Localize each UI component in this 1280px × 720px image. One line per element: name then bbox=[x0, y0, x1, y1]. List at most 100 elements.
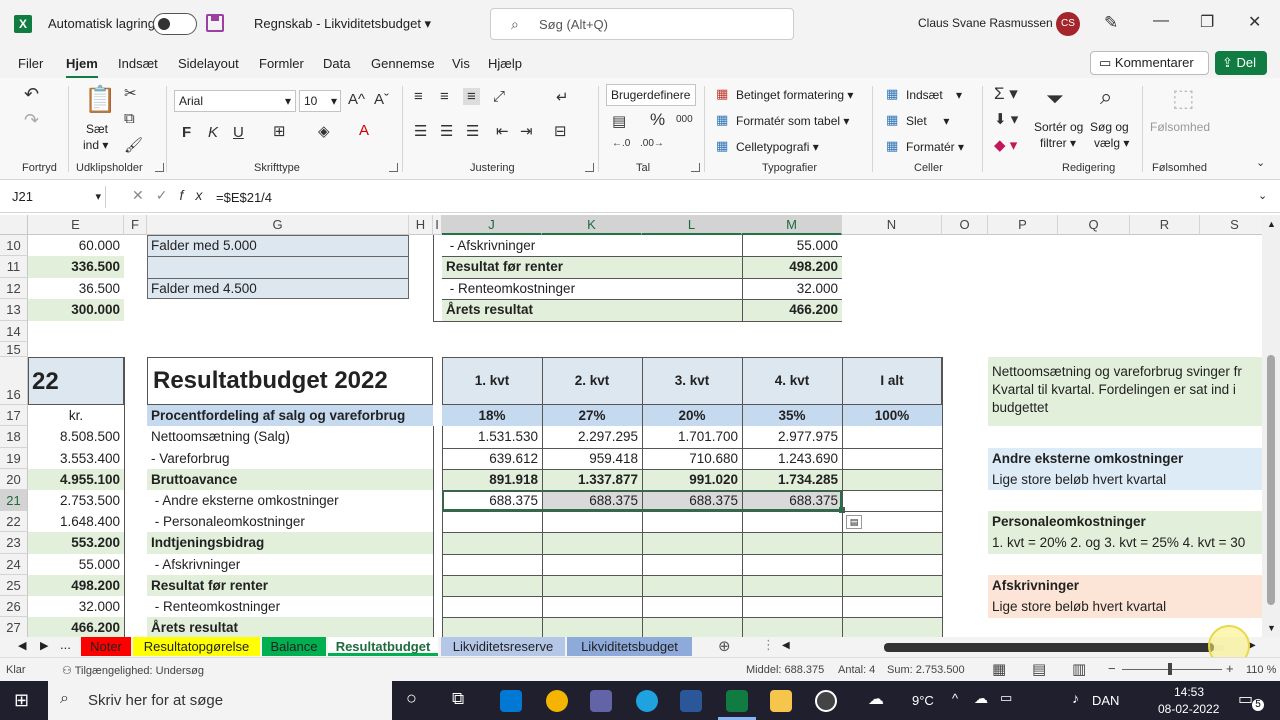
cell-e24[interactable]: 55.000 bbox=[28, 554, 124, 575]
fx-icon[interactable]: fx bbox=[179, 187, 214, 203]
column-header-f[interactable]: F bbox=[124, 215, 147, 235]
menu-data[interactable]: Data bbox=[323, 56, 350, 71]
word-icon[interactable] bbox=[680, 690, 702, 712]
page-break-icon[interactable]: ▥ bbox=[1072, 660, 1086, 678]
cell-m13[interactable]: 466.200 bbox=[742, 299, 842, 320]
fill-icon[interactable]: ⬇ ▾ bbox=[994, 110, 1018, 128]
avatar[interactable]: CS bbox=[1056, 12, 1080, 36]
clock-date[interactable]: 08-02-2022 bbox=[1158, 702, 1219, 716]
note-4-text[interactable]: Lige store beløb hvert kvartal bbox=[988, 596, 1262, 617]
cell-e13[interactable]: 300.000 bbox=[28, 299, 124, 320]
page-layout-icon[interactable]: ▤ bbox=[1032, 660, 1046, 678]
task-view-icon[interactable]: ⧉ bbox=[452, 689, 464, 709]
cell-k19[interactable]: 959.418 bbox=[542, 448, 642, 469]
note-2-text[interactable]: Lige store beløb hvert kvartal bbox=[988, 469, 1262, 490]
align-bottom-icon[interactable]: ≡ bbox=[463, 88, 480, 105]
row-header-11[interactable]: 11 bbox=[0, 256, 28, 278]
tab-noter[interactable]: Noter bbox=[81, 637, 131, 656]
cell-g16[interactable]: Resultatbudget 2022 bbox=[149, 364, 433, 398]
row-header-14[interactable]: 14 bbox=[0, 321, 28, 342]
menu-hjaelp[interactable]: Hjælp bbox=[488, 56, 522, 71]
cell-j20[interactable]: 891.918 bbox=[442, 469, 542, 490]
font-name-box[interactable]: Arial ▾ bbox=[174, 90, 296, 112]
column-header-p[interactable]: P bbox=[988, 215, 1058, 235]
zoom-slider[interactable] bbox=[1122, 669, 1222, 670]
redo-icon[interactable]: ↷ bbox=[24, 110, 39, 131]
column-header-j[interactable]: J bbox=[442, 215, 542, 235]
fill-color-icon[interactable]: ◈ bbox=[318, 122, 330, 140]
onedrive-icon[interactable]: ☁ bbox=[974, 690, 988, 707]
cell-g22[interactable]: - Personaleomkostninger bbox=[147, 511, 433, 532]
teams-icon[interactable] bbox=[590, 690, 612, 712]
cell-j10[interactable]: - Afskrivninger bbox=[442, 235, 742, 256]
dialog-launcher-icon[interactable] bbox=[389, 163, 398, 172]
cell-e18[interactable]: 8.508.500 bbox=[28, 426, 124, 447]
row-header-17[interactable]: 17 bbox=[0, 405, 28, 426]
bold-icon[interactable]: F bbox=[182, 124, 191, 141]
wrap-text-icon[interactable]: ↵ bbox=[556, 88, 569, 106]
horizontal-scroll-thumb[interactable] bbox=[884, 643, 1214, 652]
cell-g10[interactable]: Falder med 5.000 bbox=[147, 235, 409, 256]
column-header-i[interactable]: I bbox=[433, 215, 442, 235]
tab-balance[interactable]: Balance bbox=[262, 637, 326, 656]
document-title[interactable]: Regnskab - Likviditetsbudget ▾ bbox=[254, 16, 431, 32]
zoom-in-icon[interactable]: + bbox=[1226, 661, 1234, 676]
cell-k18[interactable]: 2.297.295 bbox=[542, 426, 642, 447]
expand-formula-icon[interactable]: ⌄ bbox=[1258, 189, 1267, 202]
cell-g20[interactable]: Bruttoavance bbox=[147, 469, 433, 490]
column-header-s[interactable]: S bbox=[1200, 215, 1262, 235]
format-cells-icon[interactable]: ▦ bbox=[886, 138, 898, 154]
column-header-h[interactable]: H bbox=[409, 215, 433, 235]
find-select-icon[interactable]: ⌕ bbox=[1100, 84, 1112, 110]
cell-styles-button[interactable]: Celletypografi ▾ bbox=[736, 140, 819, 154]
cell-l16[interactable]: 3. kvt bbox=[642, 370, 742, 391]
zoom-out-icon[interactable]: − bbox=[1108, 661, 1116, 676]
menu-formler[interactable]: Formler bbox=[259, 56, 304, 71]
cell-g24[interactable]: - Afskrivninger bbox=[147, 554, 433, 575]
cell-m12[interactable]: 32.000 bbox=[742, 278, 842, 299]
cell-e27[interactable]: 466.200 bbox=[28, 617, 124, 637]
cell-m18[interactable]: 2.977.975 bbox=[742, 426, 842, 447]
volume-icon[interactable]: ♪ bbox=[1072, 690, 1079, 706]
cell-l20[interactable]: 991.020 bbox=[642, 469, 742, 490]
dialog-launcher-icon[interactable] bbox=[585, 163, 594, 172]
border-icon[interactable]: ⊞ bbox=[273, 122, 286, 140]
cell-j13[interactable]: Årets resultat bbox=[442, 299, 742, 320]
row-header-13[interactable]: 13 bbox=[0, 299, 28, 321]
cell-m17[interactable]: 35% bbox=[742, 405, 842, 426]
collapse-ribbon-icon[interactable]: ⌄ bbox=[1256, 156, 1265, 169]
minimize-icon[interactable]: — bbox=[1153, 12, 1169, 30]
decrease-decimal-icon[interactable]: .00→ bbox=[640, 138, 664, 149]
row-header-24[interactable]: 24 bbox=[0, 554, 28, 575]
row-header-22[interactable]: 22 bbox=[0, 511, 28, 532]
decrease-indent-icon[interactable]: ⇤ bbox=[496, 122, 509, 140]
note-2-title[interactable]: Andre eksterne omkostninger bbox=[988, 448, 1262, 469]
chrome-icon[interactable] bbox=[546, 690, 568, 712]
cell-e12[interactable]: 36.500 bbox=[28, 278, 124, 299]
row-header-16[interactable]: 16 bbox=[0, 357, 28, 405]
language-indicator[interactable]: DAN bbox=[1092, 693, 1119, 708]
row-header-19[interactable]: 19 bbox=[0, 448, 28, 469]
quick-analysis-icon[interactable]: ▤ bbox=[846, 515, 862, 529]
merge-center-icon[interactable]: ⊟ bbox=[554, 122, 567, 140]
tab-scroll-right-icon[interactable]: ▶ bbox=[40, 639, 48, 652]
cell-k21[interactable]: 688.375 bbox=[542, 490, 642, 511]
zoom-level[interactable]: 110 % bbox=[1246, 664, 1276, 676]
column-header-r[interactable]: R bbox=[1130, 215, 1200, 235]
thousands-separator-icon[interactable]: 000 bbox=[676, 114, 693, 125]
cell-e21[interactable]: 2.753.500 bbox=[28, 490, 124, 511]
cell-k20[interactable]: 1.337.877 bbox=[542, 469, 642, 490]
cell-e16[interactable]: 22 bbox=[28, 367, 124, 397]
cell-g12[interactable]: Falder med 4.500 bbox=[147, 278, 409, 299]
cell-e20[interactable]: 4.955.100 bbox=[28, 469, 124, 490]
cell-j21[interactable]: 688.375 bbox=[442, 490, 542, 511]
cell-e26[interactable]: 32.000 bbox=[28, 596, 124, 617]
share-button[interactable]: ⇪ Del bbox=[1215, 51, 1267, 75]
hscroll-left-icon[interactable]: ◀ bbox=[782, 640, 790, 651]
cell-l18[interactable]: 1.701.700 bbox=[642, 426, 742, 447]
pen-icon[interactable]: ✎ bbox=[1104, 13, 1118, 33]
clear-icon[interactable]: ◆ ▾ bbox=[994, 136, 1017, 154]
paste-label-2[interactable]: ind ▾ bbox=[83, 138, 108, 152]
cell-j19[interactable]: 639.612 bbox=[442, 448, 542, 469]
copy-icon[interactable]: ⧉ bbox=[124, 110, 135, 127]
